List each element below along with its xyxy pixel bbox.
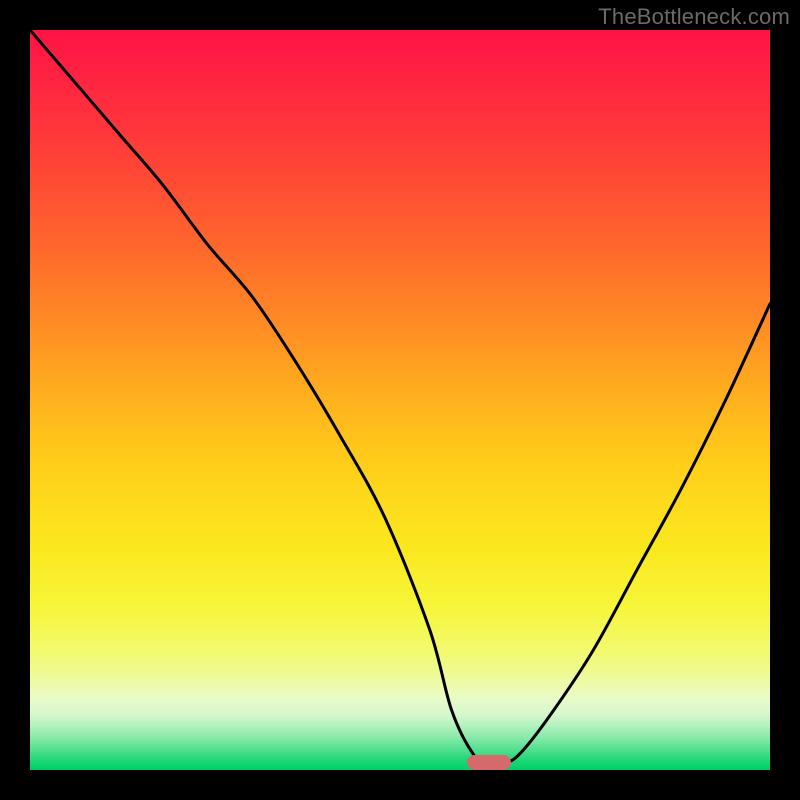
curve-layer: [30, 30, 770, 770]
watermark-text: TheBottleneck.com: [598, 4, 790, 30]
chart-frame: TheBottleneck.com: [0, 0, 800, 800]
optimal-marker: [467, 755, 511, 770]
plot-area: [30, 30, 770, 770]
bottleneck-curve: [30, 30, 770, 764]
